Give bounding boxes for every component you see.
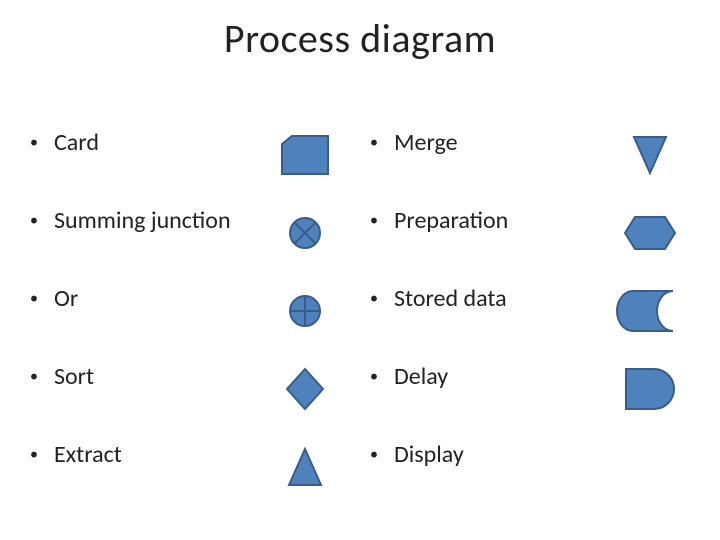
bullet-left: • Sort [30, 364, 260, 390]
preparation-icon [620, 208, 680, 258]
card-icon [275, 130, 335, 180]
bullet-left: • Or [30, 286, 260, 312]
bullet-dot-icon: • [30, 369, 44, 385]
bullet-dot-icon: • [370, 447, 384, 463]
bullet-right: • Display [370, 442, 600, 468]
bullet-dot-icon: • [30, 135, 44, 151]
merge-icon [620, 130, 680, 180]
diagram-row: • Sort • Delay [0, 364, 720, 414]
summing-junction-icon [275, 208, 335, 258]
bullet-label: Display [394, 442, 464, 468]
bullet-dot-icon: • [30, 447, 44, 463]
bullet-label: Summing junction [54, 208, 231, 234]
bullet-label: Preparation [394, 208, 508, 234]
delay-icon [620, 364, 680, 414]
bullet-right: • Delay [370, 364, 600, 390]
diagram-row: • Extract • Display [0, 442, 720, 492]
bullet-right: • Merge [370, 130, 600, 156]
bullet-dot-icon: • [370, 213, 384, 229]
extract-icon [275, 442, 335, 492]
bullet-label: Sort [54, 364, 94, 390]
bullet-dot-icon: • [370, 135, 384, 151]
bullet-dot-icon: • [370, 369, 384, 385]
bullet-label: Stored data [394, 286, 507, 312]
bullet-left: • Summing junction [30, 208, 260, 234]
slide-title: Process diagram [0, 14, 720, 63]
bullet-right: • Preparation [370, 208, 600, 234]
bullet-dot-icon: • [30, 213, 44, 229]
bullet-label: Or [54, 286, 78, 312]
diagram-row: • Card • Merge [0, 130, 720, 180]
bullet-label: Merge [394, 130, 458, 156]
bullet-dot-icon: • [30, 291, 44, 307]
bullet-left: • Extract [30, 442, 260, 468]
bullet-label: Card [54, 130, 99, 156]
stored-data-icon [620, 286, 680, 336]
diagram-row: • Or • Stored data [0, 286, 720, 336]
bullet-left: • Card [30, 130, 260, 156]
bullet-right: • Stored data [370, 286, 600, 312]
slide: Process diagram • Card • Merge • Summing… [0, 0, 720, 540]
bullet-label: Extract [54, 442, 122, 468]
bullet-dot-icon: • [370, 291, 384, 307]
diagram-row: • Summing junction • Preparation [0, 208, 720, 258]
bullet-label: Delay [394, 364, 448, 390]
sort-icon [275, 364, 335, 414]
or-icon [275, 286, 335, 336]
